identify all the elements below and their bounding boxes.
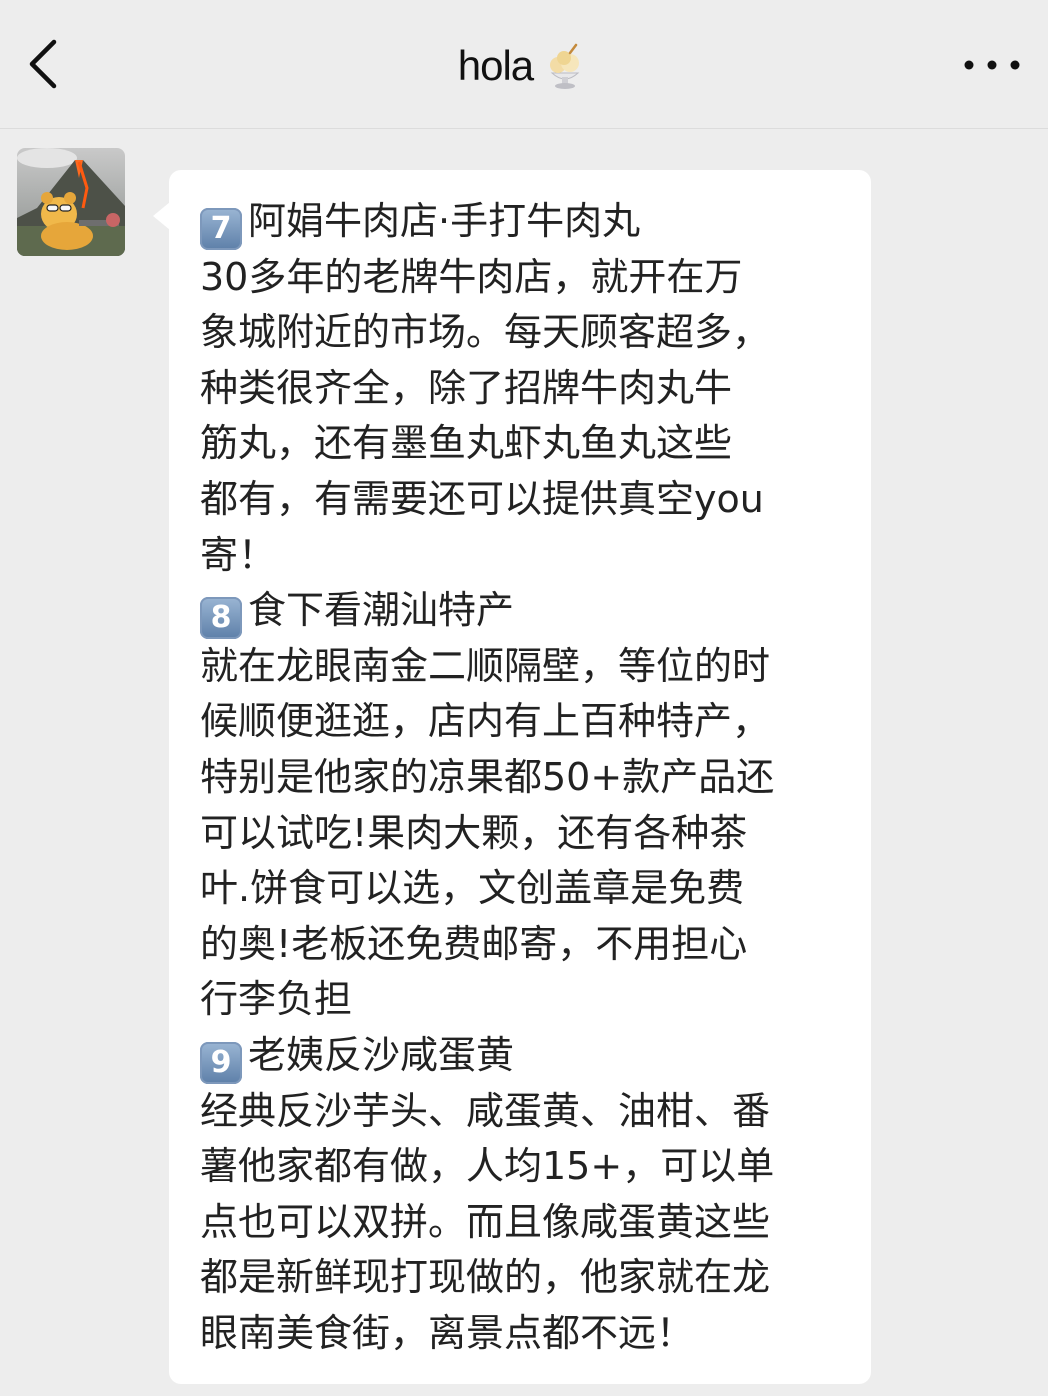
- shaved-ice-icon: [550, 43, 580, 89]
- chat-title: hola: [457, 42, 534, 89]
- message-line: 叶.饼食可以选，文创盖章是免费: [200, 866, 745, 911]
- keycap-number-badge: 9: [200, 1041, 242, 1084]
- message-line: 行李负担: [200, 977, 353, 1022]
- message-line: 候顺便逛逛，店内有上百种特产，: [200, 699, 771, 744]
- message-text: 7 阿娟牛肉店·手打牛肉丸 30多年的老牌牛肉店，就开在万 象城附近的市场。每天顾…: [200, 194, 850, 1361]
- section-title: 9 老姨反沙咸蛋黄: [200, 1028, 850, 1084]
- keycap-number-badge: 8: [200, 597, 242, 639]
- section-title-text: 阿娟牛肉店·手打牛肉丸: [248, 199, 641, 243]
- section-title: 7 阿娟牛肉店·手打牛肉丸: [200, 194, 850, 250]
- message-line: 都是新鲜现打现做的，他家就在龙: [200, 1255, 771, 1300]
- message-line: 寄！: [200, 532, 277, 577]
- message-line: 薯他家都有做，人均15+，可以单: [200, 1144, 775, 1189]
- message-line: 筋丸，还有墨鱼丸虾丸鱼丸这些: [200, 421, 733, 466]
- message-line: 种类很齐全，除了招牌牛肉丸牛: [200, 365, 733, 410]
- section-title-text: 食下看潮汕特产: [248, 588, 515, 633]
- chat-title-area: hola: [0, 36, 1048, 96]
- message-line: 特别是他家的凉果都50+款产品还: [200, 754, 775, 799]
- avatar-bear-volcano-icon: [17, 148, 125, 256]
- message-line: 就在龙眼南金二顺隔壁，等位的时: [200, 643, 771, 688]
- more-dots-icon: [964, 60, 1020, 70]
- message-line: 象城附近的市场。每天顾客超多，: [200, 310, 771, 355]
- message-line: 的奥!老板还免费邮寄，不用担心: [200, 921, 748, 966]
- message-line: 点也可以双拼。而且像咸蛋黄这些: [200, 1199, 771, 1244]
- message-line: 可以试吃!果肉大颗，还有各种茶: [200, 810, 748, 855]
- chat-header: hola: [0, 0, 1048, 129]
- bubble-tail: [153, 202, 170, 230]
- more-options-button[interactable]: [958, 48, 1028, 82]
- message-line: 30多年的老牌牛肉店，就开在万: [200, 254, 743, 299]
- keycap-number-badge: 7: [200, 208, 242, 250]
- section-title: 8 食下看潮汕特产: [200, 583, 850, 639]
- contact-avatar[interactable]: [17, 148, 125, 256]
- back-button[interactable]: [22, 36, 72, 92]
- message-line: 眼南美食街，离景点都不远！: [200, 1310, 695, 1355]
- message-line: 都有，有需要还可以提供真空you: [200, 476, 764, 521]
- chevron-left-icon: [29, 39, 57, 89]
- section-title-text: 老姨反沙咸蛋黄: [248, 1032, 515, 1077]
- message-line: 经典反沙芋头、咸蛋黄、油柑、番: [200, 1088, 771, 1133]
